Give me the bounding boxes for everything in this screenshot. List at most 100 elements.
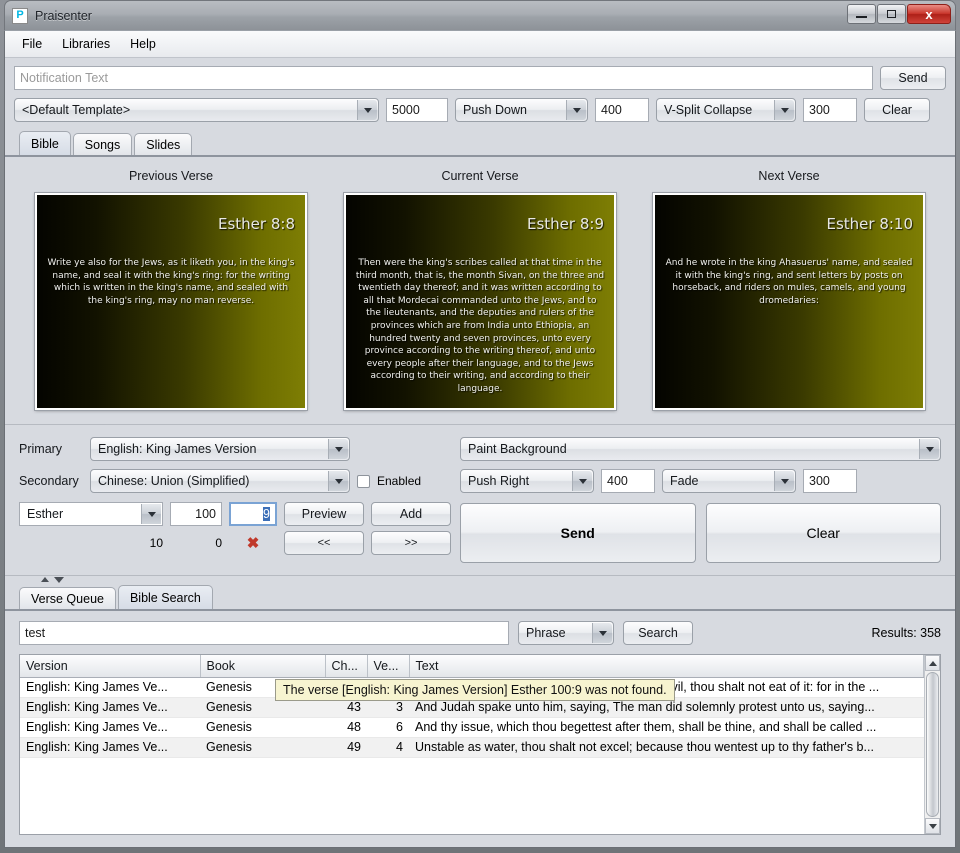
collapse-down-icon[interactable] [54,577,64,583]
app-logo-icon: P [12,8,28,24]
maximize-icon [887,10,896,18]
notification-in-duration-input[interactable]: 400 [595,98,649,122]
verse-error-icon: ✖ [229,536,277,551]
results-vertical-scrollbar[interactable] [924,655,940,834]
current-verse-title: Current Verse [344,169,616,183]
menu-item-help[interactable]: Help [127,35,159,53]
tab-bible-search[interactable]: Bible Search [118,585,213,609]
tab-bible[interactable]: Bible [19,131,71,155]
display-in-transition-value: Push Right [468,474,529,488]
chevron-down-icon [592,623,612,643]
menu-item-file[interactable]: File [19,35,45,53]
verse-input-value: 9 [263,507,270,521]
notification-clear-button[interactable]: Clear [864,98,930,122]
notification-text-placeholder: Notification Text [20,71,108,85]
tab-songs[interactable]: Songs [73,133,132,155]
bible-selection-controls: Primary English: King James Version Seco… [5,437,460,563]
column-header-chapter[interactable]: Ch... [325,655,367,677]
book-select[interactable]: Esther [19,502,163,526]
table-row[interactable]: English: King James Ve... Genesis 49 4 U… [20,737,924,757]
search-button[interactable]: Search [623,621,693,645]
tab-verse-queue[interactable]: Verse Queue [19,587,116,609]
minimize-button[interactable] [847,4,876,24]
previous-verse-frame[interactable]: Esther 8:8 Write ye also for the Jews, a… [35,193,307,410]
collapse-up-icon[interactable] [41,577,49,582]
cell-version: English: King James Ve... [20,737,200,757]
scrollbar-thumb[interactable] [926,672,939,817]
cell-version: English: King James Ve... [20,677,200,697]
verse-counts-row: 10 0 ✖ << >> [19,531,460,555]
search-input[interactable]: test [19,621,509,645]
secondary-translation-select[interactable]: Chinese: Union (Simplified) [90,469,350,493]
scroll-down-icon [929,824,937,829]
secondary-label: Secondary [19,474,83,488]
display-out-transition-select[interactable]: Fade [662,469,796,493]
menu-item-libraries[interactable]: Libraries [59,35,113,53]
window-title: Praisenter [35,9,92,23]
preview-button[interactable]: Preview [284,502,364,526]
column-header-version[interactable]: Version [20,655,200,677]
column-header-book[interactable]: Book [200,655,325,677]
notification-duration-input[interactable]: 5000 [386,98,448,122]
minimize-icon [856,16,867,18]
cell-version: English: King James Ve... [20,717,200,737]
next-verse-button[interactable]: >> [371,531,451,555]
verse-input[interactable]: 9 [229,502,277,526]
client-area: File Libraries Help Notification Text Se… [4,30,956,848]
background-select[interactable]: Paint Background [460,437,941,461]
search-bar: test Phrase Search Results: 358 [5,611,955,645]
close-button[interactable]: x [907,4,951,24]
template-select[interactable]: <Default Template> [14,98,379,122]
notification-send-button[interactable]: Send [880,66,946,90]
notification-text-input[interactable]: Notification Text [14,66,873,90]
notification-text-row: Notification Text Send [14,66,946,90]
maximize-button[interactable] [877,4,906,24]
chevron-down-icon [357,100,377,120]
search-input-value: test [25,626,45,640]
table-row[interactable]: English: King James Ve... Genesis 48 6 A… [20,717,924,737]
display-send-button[interactable]: Send [460,503,696,563]
notification-in-transition-select[interactable]: Push Down [455,98,588,122]
cell-version: English: King James Ve... [20,697,200,717]
previous-verse-button[interactable]: << [284,531,364,555]
book-select-value: Esther [27,507,63,521]
display-in-duration-input[interactable]: 400 [601,469,655,493]
cell-text: Unstable as water, thou shalt not excel;… [409,737,924,757]
current-verse-frame[interactable]: Esther 8:9 Then were the king's scribes … [344,193,616,410]
add-button[interactable]: Add [371,502,451,526]
notification-duration-value: 5000 [392,103,420,117]
scroll-up-icon [929,661,937,666]
background-row: Paint Background [460,437,941,461]
bible-search-panel: test Phrase Search Results: 358 [5,611,955,847]
display-out-duration-value: 300 [809,474,830,488]
secondary-enabled-checkbox[interactable] [357,475,370,488]
chevron-down-icon [141,504,161,524]
cell-chapter: 48 [325,717,367,737]
chapter-input[interactable]: 100 [170,502,222,526]
split-pane-divider[interactable] [5,575,955,585]
search-mode-value: Phrase [526,626,566,640]
chevron-down-icon [572,471,592,491]
chevron-down-icon [774,471,794,491]
display-out-transition-value: Fade [670,474,699,488]
column-header-verse[interactable]: Ve... [367,655,409,677]
display-clear-button[interactable]: Clear [706,503,942,563]
main-tab-strip: Bible Songs Slides [5,131,955,155]
notification-out-transition-select[interactable]: V-Split Collapse [656,98,796,122]
search-mode-select[interactable]: Phrase [518,621,614,645]
column-header-text[interactable]: Text [409,655,924,677]
primary-translation-row: Primary English: King James Version [19,437,460,461]
next-verse-frame[interactable]: Esther 8:10 And he wrote in the king Aha… [653,193,925,410]
verse-preview-area: Previous Verse Esther 8:8 Write ye also … [5,157,955,425]
tab-slides[interactable]: Slides [134,133,192,155]
primary-translation-select[interactable]: English: King James Version [90,437,350,461]
scroll-down-button[interactable] [925,818,940,834]
display-in-transition-select[interactable]: Push Right [460,469,594,493]
notification-out-transition-value: V-Split Collapse [664,103,752,117]
verse-not-found-tooltip: The verse [English: King James Version] … [275,679,675,701]
scroll-up-button[interactable] [925,655,940,671]
current-verse-reference: Esther 8:9 [527,215,604,233]
notification-out-duration-input[interactable]: 300 [803,98,857,122]
display-out-duration-input[interactable]: 300 [803,469,857,493]
chapter-input-value: 100 [195,507,216,521]
